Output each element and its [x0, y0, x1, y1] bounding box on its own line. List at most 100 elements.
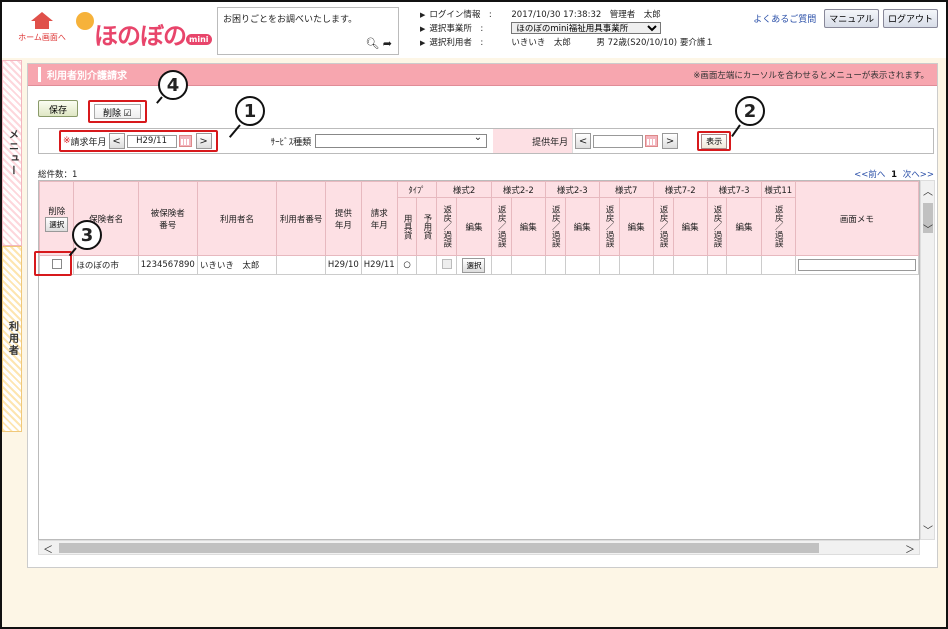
scroll-up-icon[interactable]: ︿ — [923, 183, 933, 198]
col-form-7: 様式11 — [760, 181, 796, 198]
col-edit-3: 編集 — [564, 197, 600, 256]
main-panel: 利用者別介護請求 ※画面左端にカーソルを合わせるとメニューが表示されます。 保存… — [27, 63, 938, 568]
logo-mini: mini — [186, 34, 212, 45]
calendar-icon[interactable] — [178, 135, 192, 147]
table-row: ほのぼの市 1234567890 いきいき 太郎 H29/10 H29/11 ○… — [39, 255, 919, 275]
bullet-icon: ▶ — [420, 11, 426, 19]
cell-claim-ym: H29/11 — [360, 255, 398, 275]
edit-select-button[interactable]: 選択 — [462, 257, 486, 273]
col-return-2: 返戻／過誤 — [490, 197, 512, 256]
claim-prev-button[interactable]: < — [108, 133, 125, 149]
cell-return-2 — [490, 255, 512, 275]
return-label: 返戻／過誤 — [550, 205, 561, 248]
col-user-name: 利用者名 — [196, 181, 278, 256]
memo-input[interactable] — [797, 259, 916, 271]
col-return-7: 返戻／過誤 — [760, 197, 796, 256]
return-label: 返戻／過誤 — [496, 205, 507, 248]
login-info: ▶ ログイン情報 :2017/10/30 17:38:32 管理者 太郎 ▶ 選択事… — [420, 8, 714, 50]
return-checkbox — [441, 258, 452, 269]
claim-month-label: 請求年月 — [70, 137, 107, 148]
side-tab-user[interactable]: 利用者 — [2, 246, 22, 432]
filter-row: ※ 請求年月 < H29/11 > ｻｰﾋﾞｽ種類 提供年月 < > 表示 — [38, 128, 934, 154]
logo-text: ほのぼの — [94, 22, 187, 50]
callout-2: 2 — [735, 96, 765, 126]
cell-return-6 — [706, 255, 728, 275]
colon: : — [480, 38, 484, 48]
scroll-left-icon[interactable]: ＜ — [43, 541, 53, 556]
provide-prev-button[interactable]: < — [575, 133, 592, 149]
vertical-scrollbar[interactable]: ︿ ﹀ ﹀ — [920, 180, 935, 540]
logo-flower-icon — [76, 12, 94, 30]
save-button[interactable]: 保存 — [38, 100, 79, 117]
app-header: ホーム画面へ ほのぼの mini お困りごとをお調べいたします。 🔍︎ ➦ ▶ ロ… — [2, 2, 946, 58]
manual-button[interactable]: マニュアル — [824, 9, 879, 28]
horizontal-scroll-thumb[interactable] — [59, 543, 819, 553]
side-tab-menu[interactable]: メニュー — [2, 60, 22, 246]
return-label: 返戻／過誤 — [773, 205, 784, 248]
claims-table: 削除 選択 保険者名 被保険者 番号 利用者名 利用者番号 提供 年月 請求 年月… — [38, 180, 920, 540]
home-label: ホーム画面へ — [18, 33, 66, 42]
faq-link[interactable]: よくあるご質問 — [753, 12, 816, 25]
logout-button[interactable]: ログアウト — [882, 9, 938, 28]
col-memo: 画面メモ — [794, 181, 919, 256]
provide-next-button[interactable]: > — [662, 133, 679, 149]
col-type-preventive-label: 予用貸 — [421, 213, 432, 240]
cell-memo — [794, 255, 919, 275]
cell-type-rental: ○ — [396, 255, 418, 275]
col-edit-1: 編集 — [456, 197, 492, 256]
cell-insured-no: 1234567890 — [137, 255, 198, 275]
pager-current: 1 — [891, 170, 898, 180]
cell-insurer: ほのぼの市 — [73, 255, 139, 275]
col-edit-5: 編集 — [672, 197, 708, 256]
col-return-5: 返戻／過誤 — [652, 197, 674, 256]
claim-next-button[interactable]: > — [195, 133, 212, 149]
search-icon[interactable]: 🔍︎ — [365, 37, 379, 50]
col-return-1: 返戻／過誤 — [436, 197, 458, 256]
go-arrow-icon[interactable]: ➦ — [383, 37, 392, 50]
scroll-right-icon[interactable]: ＞ — [905, 541, 915, 556]
cell-return-4 — [598, 255, 620, 275]
required-mark: ※ — [63, 136, 71, 146]
office-label: 選択事業所 — [429, 24, 472, 34]
select-all-button[interactable]: 選択 — [45, 217, 69, 232]
delete-button[interactable]: 削除 ☑ — [94, 104, 141, 119]
horizontal-scrollbar[interactable]: ＜ ＞ — [38, 540, 920, 556]
claim-month-input[interactable]: H29/11 — [126, 134, 177, 148]
scroll-bottom-icon[interactable]: ﹀ — [923, 522, 933, 537]
total-count: 総件数：1 — [38, 170, 78, 180]
help-placeholder: お困りごとをお調べいたします。 — [223, 15, 358, 25]
col-return-3: 返戻／過誤 — [544, 197, 566, 256]
cell-edit-6 — [726, 255, 762, 275]
provide-month-cell: 提供年月 < > — [490, 129, 683, 153]
return-label: 返戻／過誤 — [604, 205, 615, 248]
cell-edit-2 — [510, 255, 546, 275]
col-form-3: 様式2-3 — [544, 181, 600, 198]
service-type-cell: ｻｰﾋﾞｽ種類 — [268, 129, 491, 153]
delete-highlight: 削除 ☑ — [88, 100, 147, 123]
pager-next[interactable]: 次へ>> — [903, 170, 934, 180]
show-button[interactable]: 表示 — [701, 133, 728, 149]
checkbox-icon: ☑ — [123, 108, 132, 118]
col-provide-ym: 提供 年月 — [324, 181, 362, 256]
col-type-preventive: 予用貸 — [416, 197, 438, 256]
page-note: ※画面左端にカーソルを合わせるとメニューが表示されます。 — [693, 70, 929, 81]
calendar-icon[interactable] — [645, 135, 659, 147]
scroll-down-icon[interactable]: ﹀ — [923, 221, 933, 236]
callout-1: 1 — [235, 96, 265, 126]
home-button[interactable]: ホーム画面へ — [16, 10, 68, 52]
office-select[interactable]: ほのぼのmini福祉用具事業所 — [511, 22, 662, 34]
show-highlight: 表示 — [697, 131, 732, 151]
provide-month-input[interactable] — [593, 134, 644, 148]
colon: : — [480, 24, 484, 34]
claim-month-highlight: ※ 請求年月 < H29/11 > — [59, 130, 218, 152]
service-type-select[interactable] — [315, 132, 488, 148]
pager-prev[interactable]: <<前へ — [854, 170, 885, 180]
callout-4: 4 — [158, 70, 188, 100]
callout-3: 3 — [72, 220, 102, 250]
col-edit-6: 編集 — [726, 197, 762, 256]
cell-user-name: いきいき 太郎 — [196, 255, 278, 275]
help-search-box[interactable]: お困りごとをお調べいたします。 🔍︎ ➦ — [217, 7, 399, 55]
cell-edit-4 — [618, 255, 654, 275]
col-delete-label: 削除 — [48, 207, 66, 217]
cell-return-1 — [436, 255, 458, 275]
